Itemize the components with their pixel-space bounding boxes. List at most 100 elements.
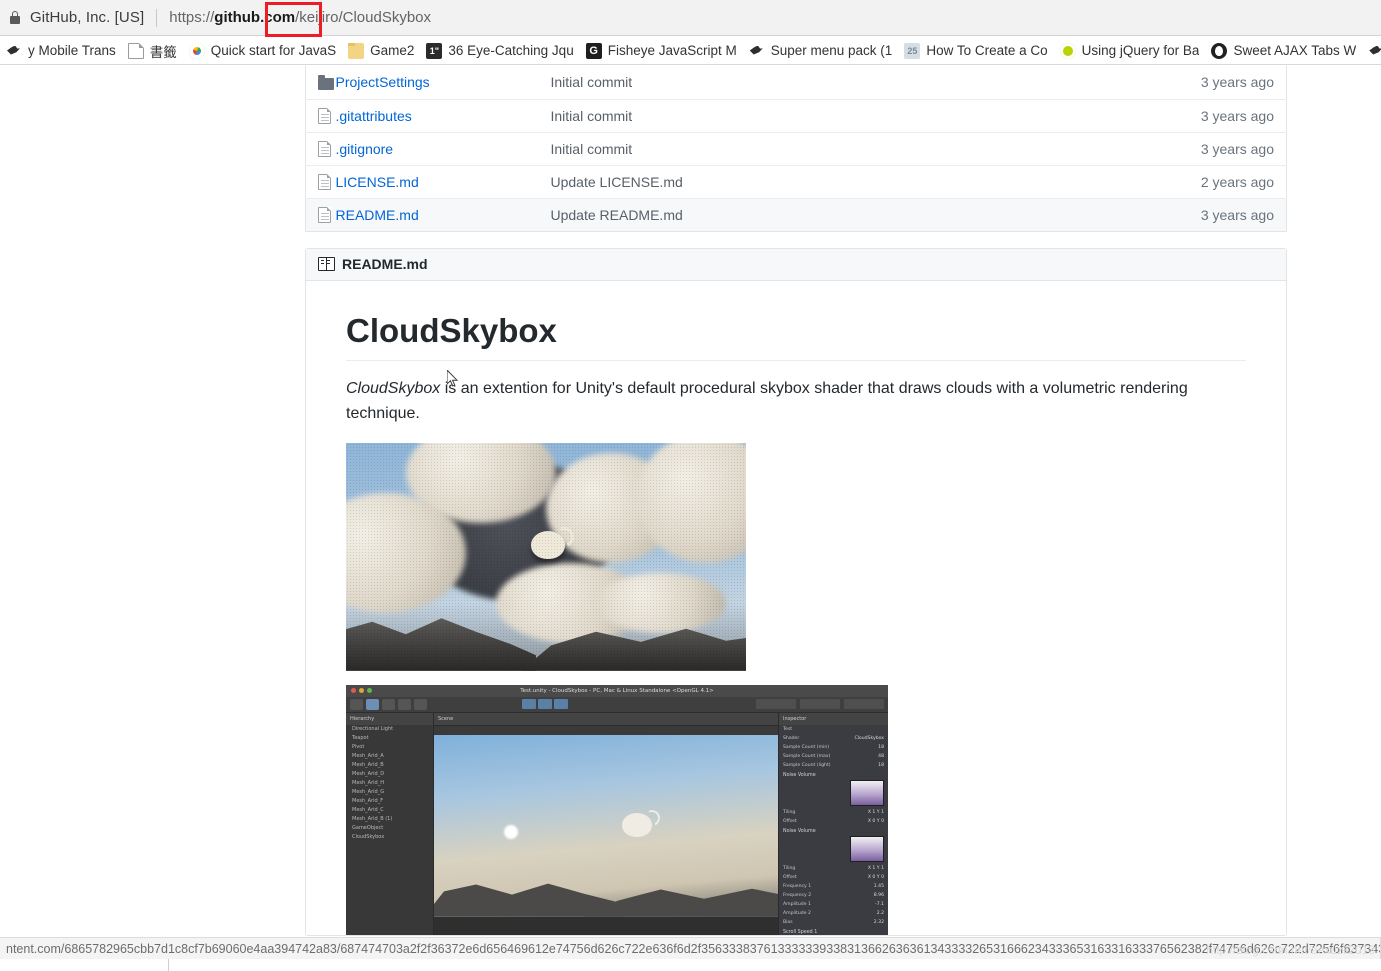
dark-square-icon: 1" xyxy=(426,42,443,59)
inspector-row-value: -7.1 xyxy=(875,901,884,907)
book-icon xyxy=(318,256,335,271)
bookmark-item[interactable]: Quick start for JavaS xyxy=(183,39,342,63)
inspector-section-label: Noise Volume xyxy=(783,828,816,834)
bookmark-label: 書籤 xyxy=(149,44,177,60)
inspector-row-value: 8.96 xyxy=(873,892,884,898)
file-name-cell[interactable]: .gitignore xyxy=(335,131,551,165)
commit-age-cell: 3 years ago xyxy=(1095,131,1287,165)
list-item: Teapot xyxy=(352,734,369,741)
url-scheme: https:// xyxy=(169,9,215,26)
file-icon-cell xyxy=(305,197,336,231)
unity-inspector-panel: Inspector Test Shader CloudSkybox Sample … xyxy=(778,712,888,935)
url-path: /keijiro/CloudSkybox xyxy=(295,9,432,26)
toolbar-right-group xyxy=(755,699,884,710)
status-bar: ntent.com/6865782965cbb7d1c8cf7b69060e4a… xyxy=(0,937,1381,959)
inspector-row-label: Amplitude 1 xyxy=(783,901,811,907)
readme-paragraph-text: is an extention for Unity's default proc… xyxy=(346,380,1188,422)
rotate-tool-icon xyxy=(382,698,395,710)
file-name-cell[interactable]: .gitattributes xyxy=(335,98,551,132)
bookmark-item[interactable]: 1" 36 Eye-Catching Jqu xyxy=(420,39,579,63)
commit-message-cell[interactable]: Initial commit xyxy=(551,66,1096,99)
bookmark-item[interactable]: 25 How To Create a Co xyxy=(898,39,1053,63)
table-row[interactable]: .gitattributes Initial commit 3 years ag… xyxy=(305,98,1287,132)
commit-message-cell[interactable]: Update README.md xyxy=(550,197,1096,231)
inspector-row: Bias 2.32 xyxy=(779,918,888,927)
inspector-row: Sample Count (min) 18 xyxy=(779,743,888,752)
file-name-cell[interactable]: README.md xyxy=(335,197,551,231)
inspector-row-label: Tiling xyxy=(783,865,796,871)
unity-scene-viewport xyxy=(434,734,778,917)
file-link[interactable]: README.md xyxy=(336,207,419,223)
inspector-row-value: X 0 Y 0 xyxy=(867,818,884,824)
rect-tool-icon xyxy=(414,698,427,710)
file-icon-cell xyxy=(305,164,336,198)
inspector-shader-label: Shader xyxy=(783,735,800,741)
inspector-material-name: Test xyxy=(783,726,793,732)
unity-scene-panel: Scene xyxy=(434,712,778,935)
bookmark-item[interactable]: Using jQuery for Ba xyxy=(1054,39,1206,63)
bird-icon xyxy=(6,43,22,59)
bookmark-item[interactable]: 書籤 xyxy=(122,39,183,63)
inspector-row: Amplitude 2 2.2 xyxy=(779,909,888,918)
tab-inspector: Inspector xyxy=(779,712,888,725)
inspector-shader-row: Shader CloudSkybox xyxy=(779,734,888,743)
bookmark-item[interactable]: y Mobile Trans xyxy=(0,39,122,63)
inspector-row-label: Tiling xyxy=(783,809,796,815)
inspector-row: Offset X 0 Y 0 xyxy=(779,873,888,882)
inspector-row-label: Sample Count (max) xyxy=(783,753,831,759)
bookmark-label: Game2 xyxy=(370,43,415,58)
unity-window-title: Test.unity - CloudSkybox - PC, Mac & Lin… xyxy=(520,687,714,694)
unity-editor-screenshot: Test.unity - CloudSkybox - PC, Mac & Lin… xyxy=(346,684,888,935)
bookmark-item[interactable]: G Fisheye JavaScript M xyxy=(580,39,743,63)
bookmarks-bar[interactable]: y Mobile Trans 書籤 Quick start for JavaS … xyxy=(0,37,1381,65)
inspector-section-label: Scroll Speed 1 xyxy=(783,929,818,935)
inspector-row-label: Bias xyxy=(783,919,793,925)
bookmark-item[interactable]: Super menu pack (1 xyxy=(743,39,899,63)
list-item: Mesh_Arid_H xyxy=(352,779,384,786)
file-name-cell[interactable]: ProjectSettings xyxy=(336,66,551,99)
inspector-row: Sample Count (max) 48 xyxy=(779,752,888,761)
file-link[interactable]: ProjectSettings xyxy=(336,74,430,90)
bookmark-label: Fisheye JavaScript M xyxy=(607,43,737,58)
readme-header-title: README.md xyxy=(342,256,428,272)
jquery-icon xyxy=(1059,42,1076,59)
number-25-icon: 25 xyxy=(904,42,921,59)
folder-icon xyxy=(318,75,334,91)
file-link[interactable]: .gitattributes xyxy=(336,108,412,124)
unity-toolbar xyxy=(346,696,888,713)
move-tool-icon xyxy=(366,698,379,710)
taskbar-strip xyxy=(0,959,1381,971)
table-row[interactable]: .gitignore Initial commit 3 years ago xyxy=(305,131,1287,165)
taskbar-divider xyxy=(168,959,169,971)
readme-paragraph: CloudSkybox is an extention for Unity's … xyxy=(346,377,1196,427)
rainbow-circle-icon xyxy=(188,42,205,59)
document-icon xyxy=(127,42,144,59)
table-row[interactable]: LICENSE.md Update LICENSE.md 2 years ago xyxy=(305,164,1287,198)
list-item: Directional Light xyxy=(352,725,394,732)
commit-message-cell[interactable]: Initial commit xyxy=(550,98,1096,132)
bookmark-item[interactable]: Fullscr xyxy=(1362,39,1381,63)
inspector-row-value: 2.32 xyxy=(873,919,884,925)
list-item: Mesh_Arid_C xyxy=(352,806,384,813)
bookmark-label: 36 Eye-Catching Jqu xyxy=(448,43,574,58)
hand-tool-icon xyxy=(350,698,363,710)
file-link[interactable]: LICENSE.md xyxy=(336,174,419,190)
commit-age-cell: 3 years ago xyxy=(1095,197,1287,231)
table-row[interactable]: ProjectSettings Initial commit 3 years a… xyxy=(306,66,1287,99)
repo-content-pane: ProjectSettings Initial commit 3 years a… xyxy=(305,66,1287,936)
address-bar[interactable]: GitHub, Inc. [US] https://github.com/kei… xyxy=(0,0,1381,36)
url-text[interactable]: https://github.com/keijiro/CloudSkybox xyxy=(169,9,431,26)
dark-circle-icon xyxy=(1211,42,1228,59)
status-bar-url: ntent.com/6865782965cbb7d1c8cf7b69060e4a… xyxy=(6,941,1381,956)
bookmark-item[interactable]: Sweet AJAX Tabs W xyxy=(1205,39,1362,63)
file-icon-cell xyxy=(305,131,336,165)
file-icon xyxy=(318,107,331,124)
file-name-cell[interactable]: LICENSE.md xyxy=(335,164,551,198)
cloud-skybox-render-image xyxy=(346,442,746,671)
commit-message-cell[interactable]: Initial commit xyxy=(550,131,1096,165)
tab-scene: Scene xyxy=(434,712,778,725)
bookmark-item[interactable]: Game2 xyxy=(342,39,420,63)
file-link[interactable]: .gitignore xyxy=(336,141,394,157)
table-row[interactable]: README.md Update README.md 3 years ago xyxy=(305,197,1287,231)
commit-message-cell[interactable]: Update LICENSE.md xyxy=(550,164,1096,198)
